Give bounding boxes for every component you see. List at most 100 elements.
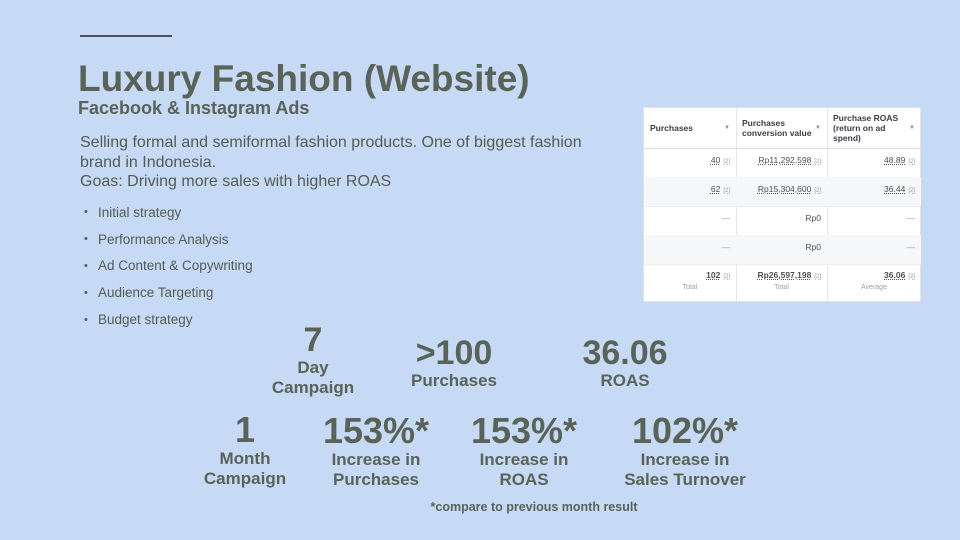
title-accent-rule (80, 35, 172, 37)
table-cell: — (906, 213, 916, 223)
stat-purchases: >100 Purchases (394, 335, 514, 391)
info-icon: [2] (814, 188, 821, 194)
stat-label: Increase in (640, 450, 730, 469)
list-item: • Budget strategy (84, 306, 253, 333)
table-row: — (827, 235, 921, 265)
description-line: brand in Indonesia. (80, 153, 217, 171)
table-cell: 40 [2] (710, 155, 730, 165)
stat-label: Campaign (203, 468, 287, 488)
list-item-label: Budget strategy (98, 312, 193, 328)
strategy-list: • Initial strategy • Performance Analysis … (84, 199, 253, 333)
bullet-icon: • (84, 206, 88, 219)
stat-label: Sales Turnover (624, 469, 746, 489)
list-item: • Performance Analysis (84, 226, 253, 253)
list-item: • Ad Content & Copywriting (84, 253, 253, 280)
table-row: 48.89 [2] (827, 148, 921, 178)
info-icon: [2] (723, 274, 730, 280)
header-label: Purchases (742, 118, 785, 128)
stat-value: 153%* (322, 410, 430, 451)
table-cell: Rp0 (805, 213, 821, 223)
stat-label: Purchases (333, 469, 419, 489)
info-icon: [2] (814, 274, 821, 280)
list-item-label: Audience Targeting (98, 285, 214, 301)
total-value: Rp26,597,198 (757, 270, 812, 280)
info-icon: [2] (908, 274, 915, 280)
list-item: • Initial strategy (84, 199, 253, 226)
results-table-screenshot: Purchases ▼ 40 [2] 62 [2] — — 102 [2] Total… (643, 107, 921, 302)
table-cell: Rp11,292,598 [2] (758, 155, 821, 165)
stat-label: Campaign (271, 377, 355, 397)
bullet-icon: • (84, 259, 88, 272)
stat-month-campaign: 1 Month Campaign (190, 411, 300, 488)
stat-value: 153%* (470, 410, 578, 451)
stat-value: >100 (415, 334, 493, 372)
list-item-label: Initial strategy (98, 204, 182, 220)
table-row: 62 [2] (644, 177, 736, 207)
stat-label: Increase in (331, 450, 421, 469)
table-cell: 62 [2] (710, 184, 730, 194)
stat-value: 36.06 (582, 334, 668, 372)
total-label: Total (682, 284, 698, 291)
footnote: *compare to previous month result (430, 500, 638, 514)
bullet-icon: • (84, 286, 88, 299)
table-cell: 48.89 [2] (884, 155, 915, 165)
table-column-conversion-value: Purchases conversion value ▼ Rp11,292,59… (736, 108, 828, 301)
info-icon: [2] (723, 188, 730, 194)
table-row: Rp15,304,600 [2] (736, 177, 827, 207)
list-item-label: Ad Content & Copywriting (98, 258, 253, 274)
table-cell: — (721, 213, 731, 223)
table-cell: Rp0 (805, 242, 821, 252)
stat-value: 7 (303, 321, 323, 359)
sort-caret-icon: ▼ (815, 125, 821, 131)
stat-label: ROAS (600, 371, 650, 390)
table-row: 36.44 [2] (827, 177, 921, 207)
table-row: 40 [2] (644, 148, 736, 178)
stat-label: Day (297, 358, 329, 377)
table-header: Purchase ROAS (return on ad spend) ▼ (827, 108, 921, 149)
stat-value: 1 (234, 409, 256, 450)
sort-caret-icon: ▼ (909, 125, 915, 131)
table-header: Purchases ▼ (644, 108, 736, 149)
header-label: spend) (833, 133, 861, 143)
table-total: 36.06 [2] Average (827, 264, 921, 302)
table-column-purchases: Purchases ▼ 40 [2] 62 [2] — — 102 [2] Total (644, 108, 737, 301)
table-cell: — (721, 242, 731, 252)
table-row: Rp0 (736, 206, 827, 236)
stat-label: ROAS (499, 469, 549, 489)
table-row: — (644, 235, 736, 265)
total-value: 36.06 (884, 270, 906, 280)
slide-subtitle: Facebook & Instagram Ads (78, 98, 310, 118)
slide-title: Luxury Fashion (Website) (78, 58, 530, 99)
stat-label: Purchases (411, 371, 497, 390)
header-label: conversion value (742, 128, 812, 138)
stat-increase-roas: 153%* Increase in ROAS (454, 412, 594, 489)
stat-increase-purchases: 153%* Increase in Purchases (306, 412, 446, 489)
list-item: • Audience Targeting (84, 279, 253, 306)
table-total: 102 [2] Total (644, 264, 736, 302)
total-value: 102 (706, 270, 721, 280)
table-cell: — (906, 242, 916, 252)
stat-roas: 36.06 ROAS (565, 335, 685, 391)
sort-caret-icon: ▼ (724, 125, 730, 131)
bullet-icon: • (84, 313, 88, 326)
description: Selling formal and semiformal fashion pr… (80, 133, 600, 192)
bullet-icon: • (84, 233, 88, 246)
description-line: Goas: Driving more sales with higher ROA… (80, 173, 392, 190)
stat-day-campaign: 7 Day Campaign (258, 322, 368, 397)
stat-increase-sales: 102%* Increase in Sales Turnover (610, 412, 760, 489)
table-total: Rp26,597,198 [2] Total (736, 264, 827, 302)
stat-label: Increase in (479, 450, 569, 469)
table-row: Rp0 (736, 235, 827, 265)
header-label: Purchases (650, 123, 693, 133)
header-label: Purchase ROAS (833, 113, 899, 123)
table-column-roas: Purchase ROAS (return on ad spend) ▼ 48.… (827, 108, 921, 301)
info-icon: [2] (723, 159, 730, 165)
header-label: (return on ad (833, 123, 886, 133)
table-row: — (644, 206, 736, 236)
table-cell: Rp15,304,600 [2] (757, 184, 821, 194)
table-cell: 36.44 [2] (884, 184, 915, 194)
description-line: Selling formal and semiformal fashion pr… (80, 134, 582, 151)
total-label: Average (861, 284, 887, 291)
table-row: Rp11,292,598 [2] (736, 148, 827, 178)
info-icon: [2] (908, 188, 915, 194)
